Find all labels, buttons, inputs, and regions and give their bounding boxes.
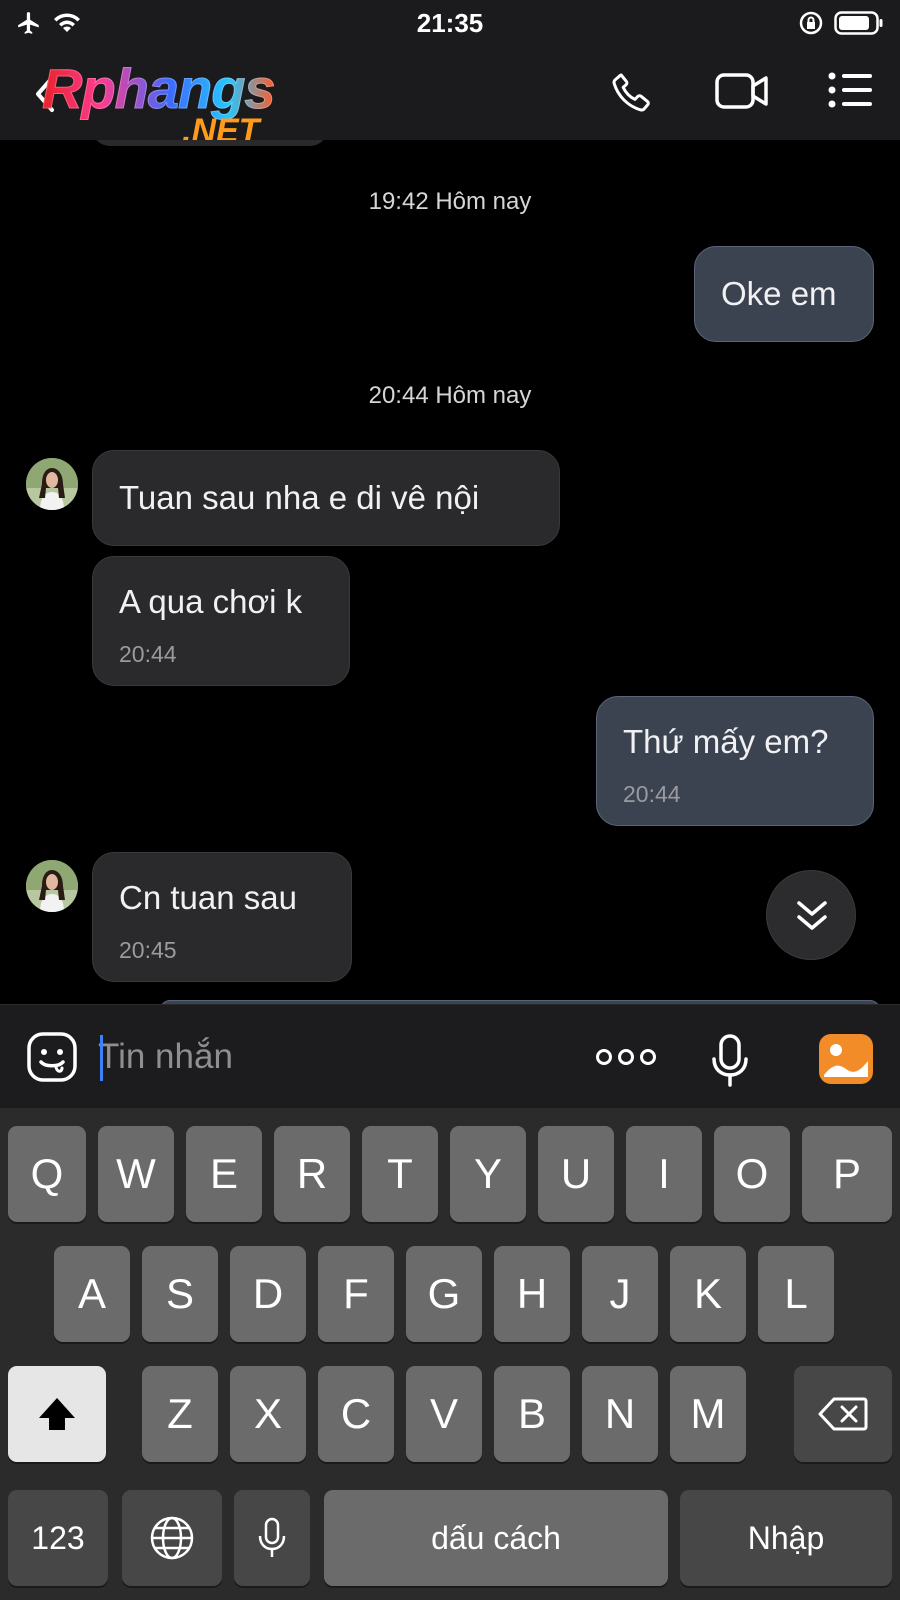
globe-key[interactable] [122, 1490, 222, 1586]
message-bubble-outgoing[interactable]: Thứ mấy em? 20:44 [596, 696, 874, 826]
space-key[interactable]: dấu cách [324, 1490, 668, 1586]
shift-arrow-icon [39, 1398, 75, 1430]
backspace-icon [818, 1397, 868, 1431]
composer-bar [0, 1004, 900, 1108]
status-bar: 21:35 [0, 0, 900, 48]
key-r[interactable]: R [274, 1126, 350, 1222]
shift-key[interactable] [8, 1366, 106, 1462]
date-separator: 19:42 Hôm nay [368, 188, 532, 215]
message-text: A qua chơi k [119, 583, 303, 620]
key-x[interactable]: X [230, 1366, 306, 1462]
menu-list-icon[interactable] [828, 72, 874, 108]
key-b[interactable]: B [494, 1366, 570, 1462]
key-p[interactable]: P [802, 1126, 892, 1222]
on-screen-keyboard: Q W E R T Y U I O P A S D F G H J K L Z … [0, 1108, 900, 1600]
message-input[interactable] [98, 1029, 568, 1085]
key-d[interactable]: D [230, 1246, 306, 1342]
double-chevron-down-icon [797, 901, 827, 930]
clock: 21:35 [416, 8, 484, 38]
message-bubble-incoming[interactable]: A qua chơi k 20:44 [92, 556, 350, 686]
globe-icon [150, 1516, 194, 1560]
more-options-icon[interactable] [596, 1047, 656, 1067]
rotation-lock-icon [799, 11, 823, 35]
key-c[interactable]: C [318, 1366, 394, 1462]
key-w[interactable]: W [98, 1126, 174, 1222]
message-time: 20:45 [119, 937, 177, 963]
message-bubble-incoming[interactable]: Tuan sau nha e di vê nội [92, 450, 560, 546]
video-call-icon[interactable] [714, 70, 770, 112]
key-k[interactable]: K [670, 1246, 746, 1342]
key-f[interactable]: F [318, 1246, 394, 1342]
message-bubble-incoming[interactable]: Cn tuan sau 20:45 [92, 852, 352, 982]
message-text: Thứ mấy em? [623, 723, 829, 760]
key-u[interactable]: U [538, 1126, 614, 1222]
message-time: 20:44 [119, 641, 177, 667]
message-list[interactable]: 19:42 Hôm nay Oke em 20:44 Hôm nay Tuan … [0, 140, 900, 1004]
delete-key[interactable] [794, 1366, 892, 1462]
date-separator: 20:44 Hôm nay [368, 382, 532, 409]
key-h[interactable]: H [494, 1246, 570, 1342]
avatar[interactable] [26, 860, 78, 912]
numbers-key[interactable]: 123 [8, 1490, 108, 1586]
photo-gallery-icon[interactable] [818, 1033, 874, 1085]
previous-message-bubble [92, 140, 328, 146]
sticker-emoji-icon[interactable] [26, 1031, 78, 1083]
contact-photo [26, 458, 78, 510]
key-g[interactable]: G [406, 1246, 482, 1342]
key-y[interactable]: Y [450, 1126, 526, 1222]
key-m[interactable]: M [670, 1366, 746, 1462]
key-i[interactable]: I [626, 1126, 702, 1222]
return-key[interactable]: Nhập [680, 1490, 892, 1586]
dictation-key[interactable] [234, 1490, 310, 1586]
phone-icon[interactable] [608, 68, 656, 116]
voice-record-icon[interactable] [710, 1033, 750, 1089]
key-s[interactable]: S [142, 1246, 218, 1342]
key-n[interactable]: N [582, 1366, 658, 1462]
key-l[interactable]: L [758, 1246, 834, 1342]
message-text: Cn tuan sau [119, 879, 297, 916]
contact-photo [26, 860, 78, 912]
key-z[interactable]: Z [142, 1366, 218, 1462]
key-e[interactable]: E [186, 1126, 262, 1222]
key-a[interactable]: A [54, 1246, 130, 1342]
message-bubble-outgoing[interactable]: Oke em [694, 246, 874, 342]
microphone-icon [258, 1517, 286, 1557]
key-q[interactable]: Q [8, 1126, 86, 1222]
key-t[interactable]: T [362, 1126, 438, 1222]
chat-header: Rphangs .NET [0, 48, 900, 150]
key-j[interactable]: J [582, 1246, 658, 1342]
text-caret [100, 1035, 103, 1081]
key-v[interactable]: V [406, 1366, 482, 1462]
message-text: Tuan sau nha e di vê nội [119, 479, 480, 516]
message-text: Oke em [721, 275, 837, 312]
message-time: 20:44 [623, 781, 681, 807]
battery-icon [834, 11, 883, 35]
avatar[interactable] [26, 458, 78, 510]
scroll-to-bottom-button[interactable] [766, 870, 856, 960]
key-o[interactable]: O [714, 1126, 790, 1222]
